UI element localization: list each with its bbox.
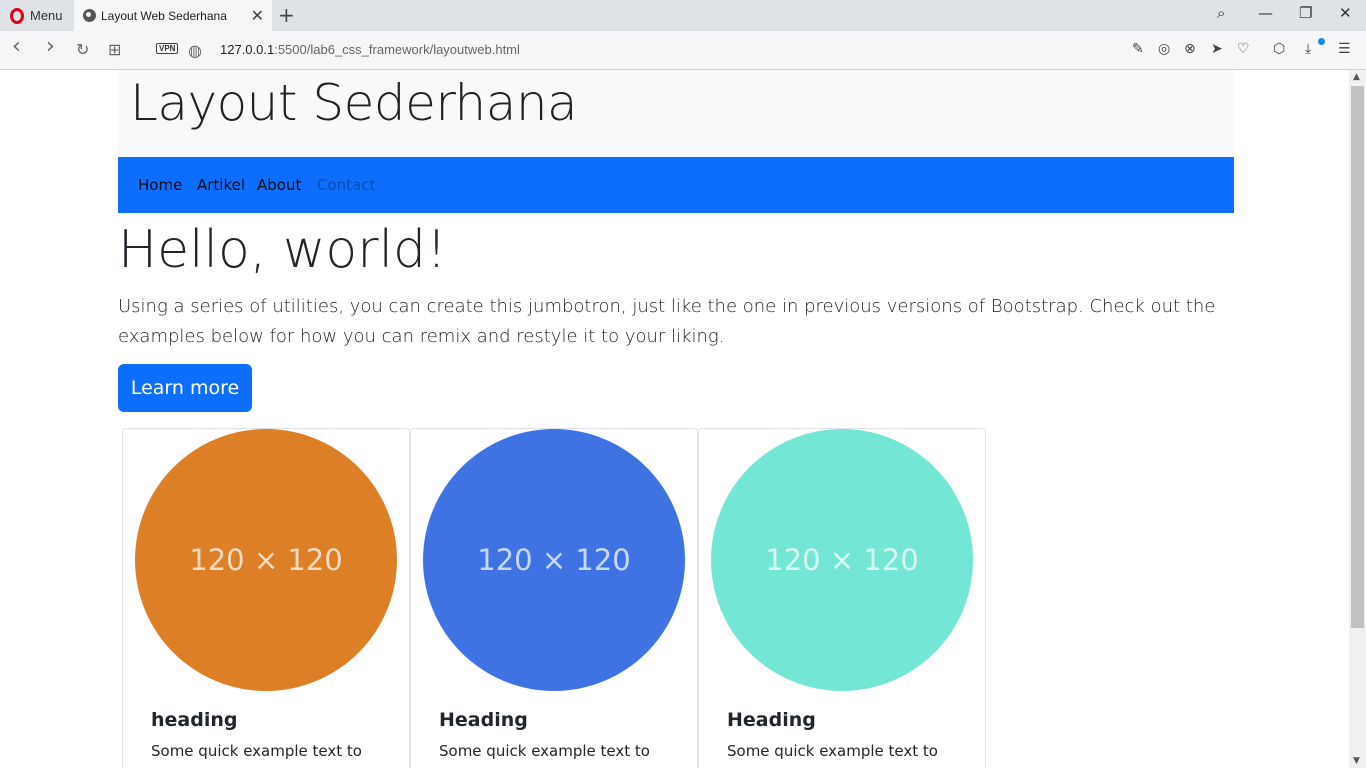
- hero-text: Using a series of utilities, you can cre…: [118, 296, 1216, 347]
- card: 120 × 120 heading Some quick example tex…: [122, 428, 410, 768]
- card-text: Some quick example text to: [439, 742, 650, 760]
- placeholder-image: 120 × 120: [423, 429, 685, 691]
- address-bar: ‹ › ↻ ⊞ VPN ◍ 127.0.0.1:5500/lab6_css_fr…: [0, 31, 1366, 70]
- browser-tab[interactable]: Layout Web Sederhana ✕: [74, 0, 272, 31]
- download-icon[interactable]: ⤓: [1305, 41, 1311, 57]
- send-icon[interactable]: ➤: [1211, 41, 1223, 57]
- placeholder-image: 120 × 120: [135, 429, 397, 691]
- placeholder-image: 120 × 120: [711, 429, 973, 691]
- card-title: heading: [151, 709, 238, 731]
- nav-link-home[interactable]: Home: [138, 176, 182, 194]
- snapshot-icon[interactable]: ◎: [1158, 41, 1170, 57]
- back-icon[interactable]: ‹: [12, 34, 21, 59]
- window-close-icon[interactable]: ✕: [1339, 4, 1352, 22]
- card-text: Some quick example text to: [727, 742, 938, 760]
- easy-setup-icon[interactable]: ☰: [1338, 41, 1351, 57]
- scrollbar-thumb[interactable]: [1351, 86, 1364, 628]
- adblock-icon[interactable]: ⊗: [1184, 41, 1196, 57]
- web-page: Layout Sederhana Home Artikel About Cont…: [0, 70, 1349, 768]
- url-field[interactable]: 127.0.0.1:5500/lab6_css_framework/layout…: [220, 42, 520, 57]
- minimize-icon[interactable]: —: [1258, 4, 1273, 22]
- box-icon[interactable]: ⬡: [1273, 41, 1285, 57]
- tab-title: Layout Web Sederhana: [101, 8, 227, 23]
- site-info-globe-icon[interactable]: ◍: [188, 41, 202, 60]
- edit-icon[interactable]: ✎: [1132, 41, 1144, 57]
- forward-icon[interactable]: ›: [46, 34, 55, 59]
- globe-icon: [83, 9, 96, 22]
- nav-link-artikel[interactable]: Artikel: [197, 176, 245, 194]
- browser-menu-label: Menu: [30, 8, 63, 23]
- search-icon[interactable]: ⌕: [1217, 4, 1225, 22]
- browser-menu-button[interactable]: Menu: [0, 0, 74, 31]
- browser-tab-bar: Menu Layout Web Sederhana ✕ + ⌕ — ❐ ✕: [0, 0, 1366, 31]
- nav-link-about[interactable]: About: [257, 176, 301, 194]
- hero-title: Hello, world!: [118, 220, 447, 280]
- heart-icon[interactable]: ♡: [1237, 41, 1250, 57]
- restore-icon[interactable]: ❐: [1299, 4, 1312, 22]
- opera-logo-icon: [10, 7, 24, 24]
- reload-icon[interactable]: ↻: [76, 40, 89, 59]
- card-title: Heading: [727, 709, 816, 731]
- nav-link-contact: Contact: [317, 176, 376, 194]
- download-indicator-dot: [1318, 38, 1325, 45]
- new-tab-button[interactable]: +: [278, 3, 295, 27]
- tab-close-icon[interactable]: ✕: [251, 6, 264, 26]
- card-text: Some quick example text to: [151, 742, 362, 760]
- site-title: Layout Sederhana: [130, 74, 578, 132]
- scroll-down-arrow-icon[interactable]: ▼: [1353, 756, 1360, 766]
- vpn-badge[interactable]: VPN: [156, 43, 179, 54]
- card-title: Heading: [439, 709, 528, 731]
- scroll-up-arrow-icon[interactable]: ▲: [1353, 72, 1360, 82]
- site-header: Layout Sederhana: [118, 70, 1234, 157]
- navbar: Home Artikel About Contact: [118, 157, 1234, 213]
- url-path: :5500/lab6_css_framework/layoutweb.html: [274, 42, 520, 57]
- url-host: 127.0.0.1: [220, 42, 275, 57]
- placeholder-label: 120 × 120: [765, 543, 919, 577]
- placeholder-label: 120 × 120: [189, 543, 343, 577]
- vertical-scrollbar[interactable]: ▲ ▼: [1349, 70, 1366, 768]
- learn-more-button[interactable]: Learn more: [118, 364, 252, 412]
- placeholder-label: 120 × 120: [477, 543, 631, 577]
- card: 120 × 120 Heading Some quick example tex…: [410, 428, 698, 768]
- card: 120 × 120 Heading Some quick example tex…: [698, 428, 986, 768]
- tabs-overview-icon[interactable]: ⊞: [108, 40, 121, 59]
